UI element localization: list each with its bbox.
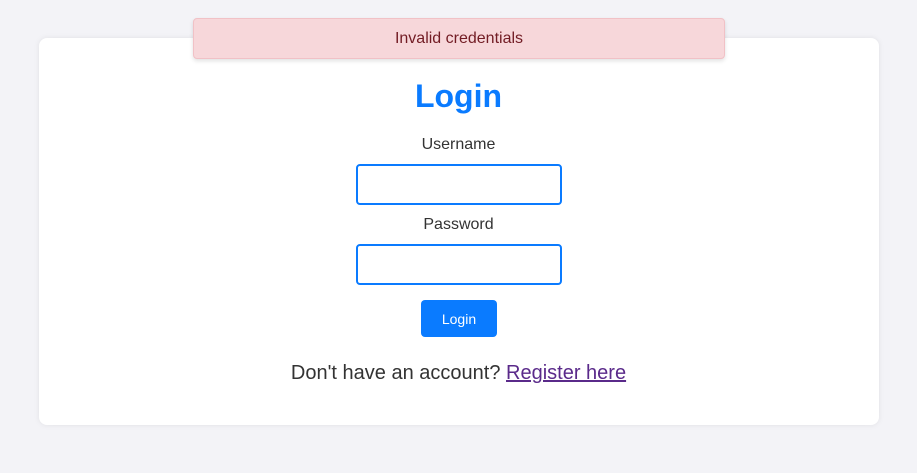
- error-alert: Invalid credentials: [193, 18, 725, 59]
- password-label: Password: [423, 216, 494, 233]
- register-prompt-text: Don't have an account?: [290, 362, 501, 384]
- register-link[interactable]: Register here: [506, 362, 626, 384]
- login-button[interactable]: Login: [421, 300, 497, 337]
- page-title: Login: [414, 78, 503, 114]
- register-prompt: Don't have an account? Register here: [0, 362, 917, 385]
- username-label: Username: [421, 136, 496, 153]
- username-input[interactable]: [356, 164, 562, 205]
- page: Invalid credentials Login Username Passw…: [0, 0, 917, 473]
- error-alert-message: Invalid credentials: [394, 30, 524, 47]
- password-input[interactable]: [356, 244, 562, 285]
